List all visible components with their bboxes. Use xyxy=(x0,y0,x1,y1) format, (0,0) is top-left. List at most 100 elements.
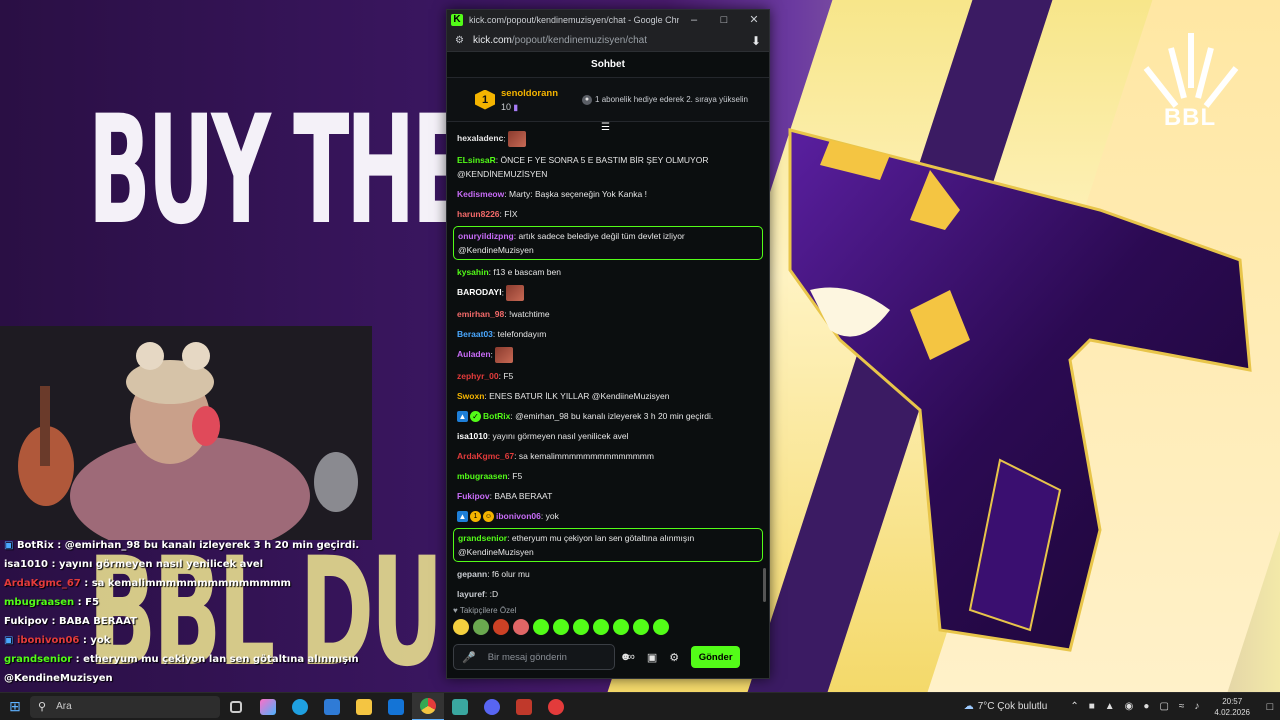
chat-message-text: FİX xyxy=(504,209,518,219)
chat-message[interactable]: ▲ ✓ BotRix: @emirhan_98 bu kanalı izleyere… xyxy=(453,406,763,426)
chat-messages[interactable]: hexaladenc: ELsinsaR: ÖNCE F YE SONRA 5 … xyxy=(447,128,769,606)
emote-button[interactable] xyxy=(453,619,469,635)
chat-username[interactable]: ArdaKgmc_67 xyxy=(457,451,514,461)
chat-username[interactable]: ibonivon06 xyxy=(496,511,541,521)
chat-tools-icon[interactable]: ∞ xyxy=(627,651,635,663)
weather-widget[interactable]: ☁ 7°C Çok bulutlu xyxy=(964,701,1048,712)
download-icon[interactable]: ⬇ xyxy=(751,34,761,48)
wifi-icon[interactable]: ≈ xyxy=(1179,701,1185,712)
chat-message[interactable]: harun8226: FİX xyxy=(453,204,763,224)
start-menu-icon[interactable]: ⊞ xyxy=(0,698,30,715)
edge-browser-icon[interactable] xyxy=(284,693,316,720)
chat-username[interactable]: Fukipov xyxy=(457,491,490,501)
chat-username[interactable]: ELsinsaR xyxy=(457,155,496,165)
chat-username[interactable]: kysahin xyxy=(457,267,489,277)
minimize-button[interactable]: – xyxy=(679,10,709,30)
chat-message[interactable]: ▲ 1 ☺ ibonivon06: yok xyxy=(453,506,763,526)
chat-username[interactable]: layuref xyxy=(457,589,485,599)
settings-gear-icon[interactable]: ⚙ xyxy=(669,651,679,664)
chat-username[interactable]: mbugraasen xyxy=(457,471,508,481)
outlook-icon[interactable] xyxy=(380,693,412,720)
chat-message[interactable]: gepann: f6 olur mu xyxy=(453,564,763,584)
chat-username[interactable]: onuryildizpng xyxy=(458,231,514,241)
emote-button[interactable] xyxy=(553,619,569,635)
chat-message[interactable]: ArdaKgmc_67: sa kemalimmmmmmmmmmmmmm xyxy=(453,446,763,466)
taskbar-search[interactable]: ⚲ Ara xyxy=(30,695,220,718)
copilot-icon[interactable] xyxy=(252,693,284,720)
gift-leaderboard[interactable]: 1 senoldorann 10 ▮ ● 1 abonelik hediye e… xyxy=(447,78,769,122)
maximize-button[interactable]: □ xyxy=(709,10,739,30)
chat-username[interactable]: hexaladenc xyxy=(457,133,503,143)
chat-message[interactable]: onuryildizpng: artık sadece belediye değ… xyxy=(453,226,763,260)
chat-username[interactable]: Kedismeow xyxy=(457,189,504,199)
tray-app-icon[interactable]: ■ xyxy=(1089,701,1095,712)
microphone-icon[interactable]: 🎤 xyxy=(462,651,476,664)
app-icon-3[interactable] xyxy=(540,693,572,720)
file-explorer-icon[interactable] xyxy=(348,693,380,720)
overlay-message: BABA BERAAT xyxy=(59,616,137,627)
tray-app-icon-2[interactable]: ▲ xyxy=(1105,701,1115,712)
chat-message[interactable]: kysahin: f13 e bascam ben xyxy=(453,262,763,282)
chat-message[interactable]: layuref: :D xyxy=(453,584,763,604)
chat-message[interactable]: zephyr_00: F5 xyxy=(453,366,763,386)
chrome-icon[interactable] xyxy=(412,692,444,720)
url-text[interactable]: kick.com/popout/kendinemuzisyen/chat xyxy=(473,35,751,46)
emote-button[interactable] xyxy=(573,619,589,635)
chat-username[interactable]: grandsenior xyxy=(458,533,507,543)
app-icon-2[interactable] xyxy=(508,693,540,720)
taskbar-clock[interactable]: 20:57 4.02.2026 xyxy=(1214,696,1250,718)
emote-button[interactable] xyxy=(533,619,549,635)
chat-scrollbar[interactable] xyxy=(763,568,766,602)
chat-message[interactable]: Fukipov: BABA BERAAT xyxy=(453,486,763,506)
clock-date: 4.02.2026 xyxy=(1214,707,1250,717)
chat-username[interactable]: BotRix xyxy=(483,411,510,421)
task-view-icon[interactable] xyxy=(220,693,252,720)
volume-icon[interactable]: ♪ xyxy=(1194,701,1199,712)
chat-username[interactable]: harun8226 xyxy=(457,209,500,219)
close-button[interactable]: ✕ xyxy=(739,10,769,30)
tray-app-icon-3[interactable]: ◉ xyxy=(1125,701,1134,712)
emote-button[interactable] xyxy=(593,619,609,635)
chat-message[interactable]: BARODAYI: xyxy=(453,282,763,304)
discord-icon[interactable] xyxy=(476,693,508,720)
emote-image xyxy=(495,347,514,363)
emote-button[interactable] xyxy=(613,619,629,635)
chat-message[interactable]: hexaladenc: xyxy=(453,128,763,150)
chat-username[interactable]: zephyr_00 xyxy=(457,371,499,381)
app-icon-1[interactable] xyxy=(444,693,476,720)
chat-input-box[interactable]: 🎤 ☻ xyxy=(453,644,631,670)
emote-button[interactable] xyxy=(653,619,669,635)
chat-message[interactable]: isa1010: yayını görmeyen nasıl yenilicek… xyxy=(453,426,763,446)
store-icon[interactable]: ▣ xyxy=(647,651,657,664)
chat-message[interactable]: Kedismeow: Marty: Başka seçeneğin Yok Ka… xyxy=(453,184,763,204)
emote-button[interactable] xyxy=(513,619,529,635)
chat-message[interactable]: grandsenior: etheryum mu çekiyon lan sen… xyxy=(453,528,763,562)
chat-message[interactable]: mbugraasen: F5 xyxy=(453,466,763,486)
display-icon[interactable]: ▢ xyxy=(1159,701,1168,712)
chat-message[interactable]: emirhan_98: !watchtime xyxy=(453,304,763,324)
chat-username[interactable]: isa1010 xyxy=(457,431,488,441)
chat-username[interactable]: gepann xyxy=(457,569,487,579)
chat-username[interactable]: Swoxn xyxy=(457,391,484,401)
chat-message-text: :D xyxy=(489,589,499,599)
chat-message[interactable]: ELsinsaR: ÖNCE F YE SONRA 5 E BASTIM BİR… xyxy=(453,150,763,184)
address-bar[interactable]: ⚙ kick.com/popout/kendinemuzisyen/chat ⬇ xyxy=(447,30,769,52)
microsoft-store-icon[interactable] xyxy=(316,693,348,720)
microphone-tray-icon[interactable]: ● xyxy=(1143,701,1149,712)
chat-username[interactable]: emirhan_98 xyxy=(457,309,504,319)
emote-button[interactable] xyxy=(493,619,509,635)
chevron-up-icon[interactable]: ⌃ xyxy=(1070,701,1078,712)
chat-message[interactable]: Beraat03: telefondayım xyxy=(453,324,763,344)
chat-username[interactable]: Auladen xyxy=(457,349,491,359)
chat-message[interactable]: Auladen: xyxy=(453,344,763,366)
emote-button[interactable] xyxy=(633,619,649,635)
site-info-icon[interactable]: ⚙ xyxy=(455,35,469,46)
stream-headline: BUY THE xyxy=(88,84,468,258)
message-input[interactable] xyxy=(487,651,620,663)
chat-username[interactable]: Beraat03 xyxy=(457,329,493,339)
emote-button[interactable] xyxy=(473,619,489,635)
chat-username[interactable]: BARODAYI xyxy=(457,287,502,297)
chat-message[interactable]: Swoxn: ENES BATUR İLK YILLAR @KendiineMu… xyxy=(453,386,763,406)
notifications-icon[interactable]: □ xyxy=(1260,701,1280,713)
send-button[interactable]: Gönder xyxy=(691,646,741,668)
